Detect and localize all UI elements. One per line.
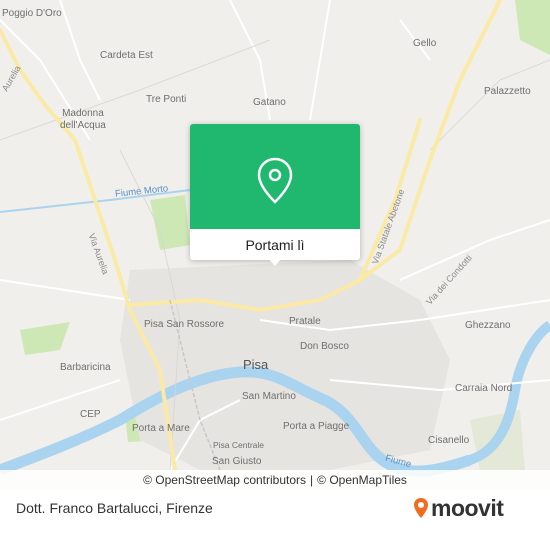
map-label: Pratale [289,316,321,327]
map-label: Barbaricina [60,362,111,373]
map-attribution: © OpenStreetMap contributors | © OpenMap… [0,470,550,490]
directions-button[interactable]: Portami lì [190,229,360,260]
location-popup: Portami lì [190,124,360,266]
park-area [20,322,70,355]
map-label: San Martino [242,391,296,402]
moovit-wordmark: moovit [431,494,504,521]
map-label: Porta a Piagge [283,421,350,432]
park-area [515,0,550,55]
map-canvas[interactable]: Poggio D'Oro Cardeta Est Gello Aurelia P… [0,0,550,490]
location-pin-icon [257,157,293,204]
map-label: Tre Ponti [146,94,187,105]
map-screen: Poggio D'Oro Cardeta Est Gello Aurelia P… [0,0,550,550]
moovit-pin-icon [414,498,428,518]
map-label: Gatano [253,97,286,108]
map-label: Madonna dell'Acqua [60,108,106,131]
map-label: Pisa [243,357,269,372]
map-label: Gello [413,38,437,49]
osm-attribution-link[interactable]: © OpenStreetMap contributors [143,473,306,487]
map-label: Palazzetto [484,86,531,97]
map-label: San Giusto [212,456,262,467]
moovit-logo[interactable]: moovit [413,494,504,522]
popup-pointer [268,258,282,266]
map-label: Pisa Centrale [213,440,265,450]
map-label: Porta a Mare [132,423,190,434]
map-label: Don Bosco [300,341,349,352]
place-name: Dott. Franco Bartalucci, Firenze [16,500,213,516]
map-label: Cisanello [428,435,470,446]
footer-bar: Dott. Franco Bartalucci, Firenze moovit [0,490,550,550]
map-label: Cardeta Est [100,50,153,61]
popup-header [190,124,360,229]
omt-attribution-link[interactable]: © OpenMapTiles [317,473,407,487]
map-label: CEP [80,409,101,420]
map-label: Poggio D'Oro [2,8,62,19]
map-label: Ghezzano [465,320,511,331]
map-label: Carraia Nord [455,383,513,394]
map-label: Pisa San Rossore [144,319,225,330]
attribution-separator: | [310,473,314,487]
